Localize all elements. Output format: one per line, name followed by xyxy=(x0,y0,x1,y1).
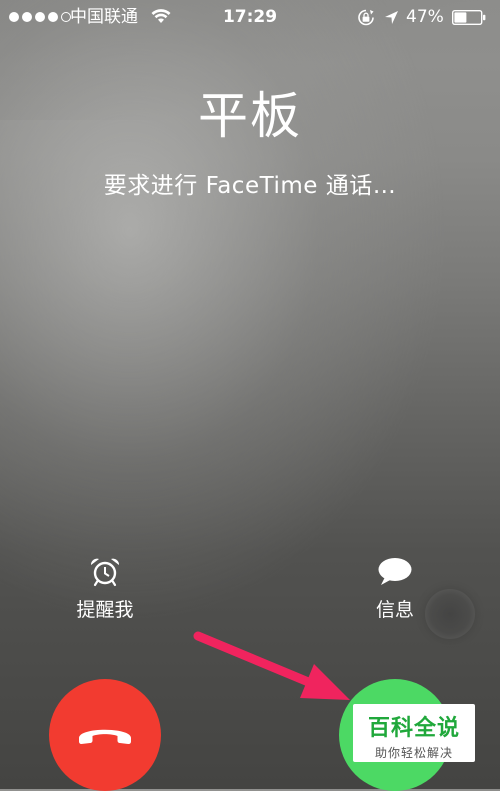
remind-me-label: 提醒我 xyxy=(76,599,134,621)
alarm-clock-icon xyxy=(90,558,120,587)
remind-me-button[interactable]: 提醒我 xyxy=(45,557,165,622)
assistive-touch-button[interactable] xyxy=(425,589,475,639)
annotation-arrow xyxy=(193,631,350,700)
battery-fill xyxy=(454,12,467,23)
rotation-lock-icon xyxy=(358,9,374,26)
call-status: 要求进行 FaceTime 通话… xyxy=(103,173,397,199)
watermark-subtitle: 助你轻松解决 xyxy=(374,746,453,760)
battery-icon xyxy=(452,10,486,25)
battery-percentage: 47% xyxy=(406,7,444,27)
decline-call-button[interactable] xyxy=(49,679,161,791)
watermark-logo: 百科全说 助你轻松解决 xyxy=(353,704,475,762)
watermark-title: 百科全说 xyxy=(367,716,460,741)
location-icon xyxy=(385,11,398,24)
phone-hangup-icon xyxy=(79,729,131,744)
status-bar: 中国联通 17:29 47% xyxy=(0,0,500,34)
speech-bubble-icon xyxy=(378,558,412,585)
caller-name: 平板 xyxy=(198,87,302,145)
